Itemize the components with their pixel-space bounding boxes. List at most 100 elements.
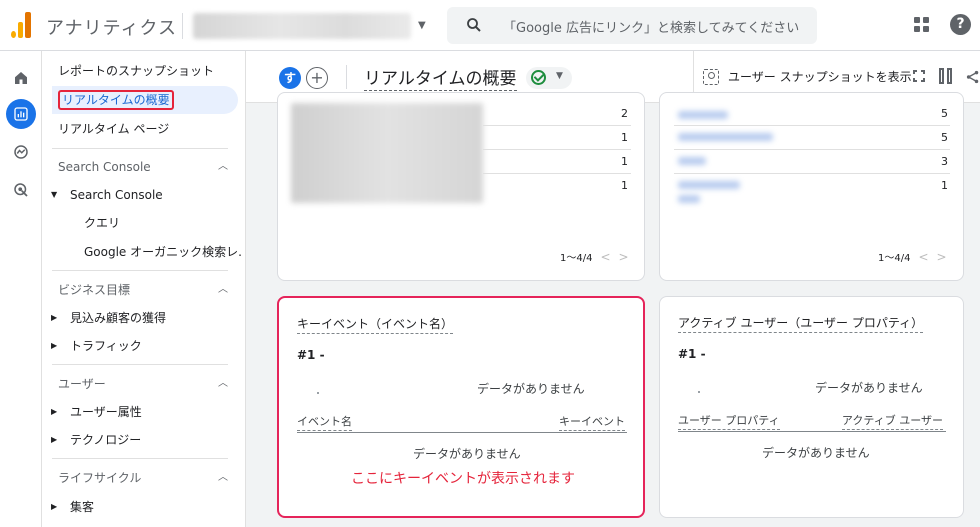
rank-label: #1 - bbox=[678, 347, 706, 361]
section-business-goals[interactable]: ビジネス目標 ︿ bbox=[42, 276, 238, 304]
group-traffic[interactable]: ▶ トラフィック bbox=[42, 332, 242, 360]
section-search-console[interactable]: Search Console ︿ bbox=[42, 153, 238, 181]
advertising-icon[interactable] bbox=[6, 175, 36, 205]
placeholder-dot bbox=[698, 391, 700, 393]
card-top-left: 2 1 1 1 1〜4/4 < > bbox=[277, 92, 645, 281]
home-icon[interactable] bbox=[6, 63, 36, 93]
group-label: Search Console bbox=[70, 188, 163, 202]
sidebar-item-realtime-overview[interactable]: リアルタイムの概要 bbox=[52, 86, 238, 114]
card-key-events: キーイベント（イベント名） #1 - データがありません イベント名 キーイベン… bbox=[277, 296, 645, 518]
chevron-left-icon[interactable]: < bbox=[918, 250, 928, 264]
avatar[interactable]: す bbox=[279, 67, 301, 89]
table-value: 5 bbox=[941, 107, 948, 120]
page-title: リアルタイムの概要 bbox=[364, 64, 517, 91]
chevron-left-icon[interactable]: < bbox=[600, 250, 610, 264]
group-label: テクノロジー bbox=[70, 433, 142, 447]
redacted-text bbox=[678, 111, 728, 119]
table-value: 5 bbox=[941, 131, 948, 144]
header-divider bbox=[346, 65, 347, 89]
chevron-up-icon[interactable]: ︿ bbox=[218, 153, 228, 181]
divider bbox=[52, 458, 228, 459]
table-divider bbox=[678, 431, 946, 432]
column-header-user-property[interactable]: ユーザー プロパティ bbox=[678, 412, 780, 430]
section-label: ライフサイクル bbox=[58, 471, 142, 485]
data-status-chip[interactable]: ▼ bbox=[526, 67, 572, 89]
search-bar[interactable]: 「Google 広告にリンク」と検索してみてください bbox=[447, 7, 817, 44]
section-label: ビジネス目標 bbox=[58, 283, 131, 297]
group-label: 集客 bbox=[70, 500, 95, 514]
caret-right-icon: ▶ bbox=[51, 407, 58, 416]
table-value: 1 bbox=[621, 155, 628, 168]
section-user[interactable]: ユーザー ︿ bbox=[42, 370, 238, 398]
table-value: 3 bbox=[941, 155, 948, 168]
check-circle-icon bbox=[531, 70, 546, 85]
chevron-up-icon[interactable]: ︿ bbox=[218, 276, 228, 304]
rank-label: #1 - bbox=[297, 348, 325, 362]
analytics-logo-icon[interactable] bbox=[11, 12, 31, 38]
column-header-event-name[interactable]: イベント名 bbox=[297, 413, 352, 431]
sidebar-item-queries[interactable]: クエリ bbox=[42, 209, 242, 237]
card-active-users: アクティブ ユーザー（ユーザー プロパティ） #1 - データがありません ユー… bbox=[659, 296, 964, 518]
top-bar: アナリティクス ▼ 「Google 広告にリンク」と検索してみてください ? bbox=[0, 0, 980, 51]
redacted-text bbox=[678, 195, 700, 203]
no-data-text: データがありません bbox=[477, 382, 585, 396]
section-label: Search Console bbox=[58, 160, 151, 174]
no-data-text: データがありません bbox=[413, 447, 521, 461]
row-divider bbox=[674, 149, 950, 150]
group-technology[interactable]: ▶ テクノロジー bbox=[42, 426, 242, 454]
group-label: 見込み顧客の獲得 bbox=[70, 311, 167, 325]
group-user-attributes[interactable]: ▶ ユーザー属性 bbox=[42, 398, 242, 426]
help-icon[interactable]: ? bbox=[950, 14, 971, 35]
table-value: 2 bbox=[621, 107, 628, 120]
view-user-snapshot-button[interactable]: ユーザー スナップショットを表示 bbox=[728, 68, 912, 85]
column-header-active-users[interactable]: アクティブ ユーザー bbox=[841, 412, 943, 430]
table-value: 1 bbox=[621, 179, 628, 192]
annotation-callout: ここにキーイベントが表示されます bbox=[351, 471, 575, 487]
group-acquisition[interactable]: ▶ 集客 bbox=[42, 493, 242, 521]
chevron-right-icon[interactable]: > bbox=[937, 250, 947, 264]
caret-down-icon: ▼ bbox=[556, 71, 563, 81]
pagination: 1〜4/4 < > bbox=[560, 249, 629, 264]
caret-down-icon: ▼ bbox=[51, 190, 58, 199]
column-header-key-events[interactable]: キーイベント bbox=[559, 413, 625, 431]
no-data-text: データがありません bbox=[762, 446, 870, 460]
compare-icon[interactable] bbox=[939, 68, 953, 84]
add-comparison-button[interactable]: + bbox=[306, 67, 328, 89]
nav-rail bbox=[0, 51, 42, 527]
apps-icon[interactable] bbox=[914, 17, 930, 33]
caret-down-icon[interactable]: ▼ bbox=[418, 20, 426, 31]
fullscreen-icon[interactable] bbox=[912, 69, 926, 83]
sidebar-item-realtime-pages[interactable]: リアルタイム ページ bbox=[42, 115, 242, 143]
card-title[interactable]: アクティブ ユーザー（ユーザー プロパティ） bbox=[678, 314, 924, 333]
group-label: ユーザー属性 bbox=[70, 405, 142, 419]
search-icon bbox=[467, 18, 481, 32]
sidebar-item-label: リアルタイムの概要 bbox=[58, 90, 174, 110]
share-icon[interactable] bbox=[966, 69, 980, 85]
explore-icon[interactable] bbox=[6, 137, 36, 167]
pagination-label: 1〜4/4 bbox=[560, 253, 593, 264]
row-divider bbox=[674, 125, 950, 126]
divider bbox=[52, 270, 228, 271]
row-divider bbox=[483, 149, 631, 150]
sidebar-item-organic-search[interactable]: Google オーガニック検索レ... bbox=[42, 238, 242, 266]
chevron-right-icon[interactable]: > bbox=[619, 250, 629, 264]
reports-icon[interactable] bbox=[6, 99, 36, 129]
group-lead-generation[interactable]: ▶ 見込み顧客の獲得 bbox=[42, 304, 242, 332]
section-lifecycle[interactable]: ライフサイクル ︿ bbox=[42, 464, 238, 492]
row-divider bbox=[674, 173, 950, 174]
sidebar-item-snapshot[interactable]: レポートのスナップショット bbox=[42, 57, 242, 85]
card-title[interactable]: キーイベント（イベント名） bbox=[297, 315, 454, 334]
group-search-console[interactable]: ▼ Search Console bbox=[42, 181, 242, 209]
account-selector[interactable] bbox=[193, 13, 411, 39]
redacted-list bbox=[291, 103, 483, 203]
row-divider bbox=[483, 125, 631, 126]
chevron-up-icon[interactable]: ︿ bbox=[218, 370, 228, 398]
row-divider bbox=[483, 173, 631, 174]
card-top-right: 5 5 3 1 1〜4/4 < > bbox=[659, 92, 964, 281]
search-placeholder[interactable]: 「Google 広告にリンク」と検索してみてください bbox=[503, 17, 799, 36]
app-title: アナリティクス bbox=[46, 18, 178, 39]
table-value: 1 bbox=[621, 131, 628, 144]
user-snapshot-icon[interactable] bbox=[703, 69, 719, 85]
chevron-up-icon[interactable]: ︿ bbox=[218, 464, 228, 492]
redacted-text bbox=[678, 157, 706, 165]
